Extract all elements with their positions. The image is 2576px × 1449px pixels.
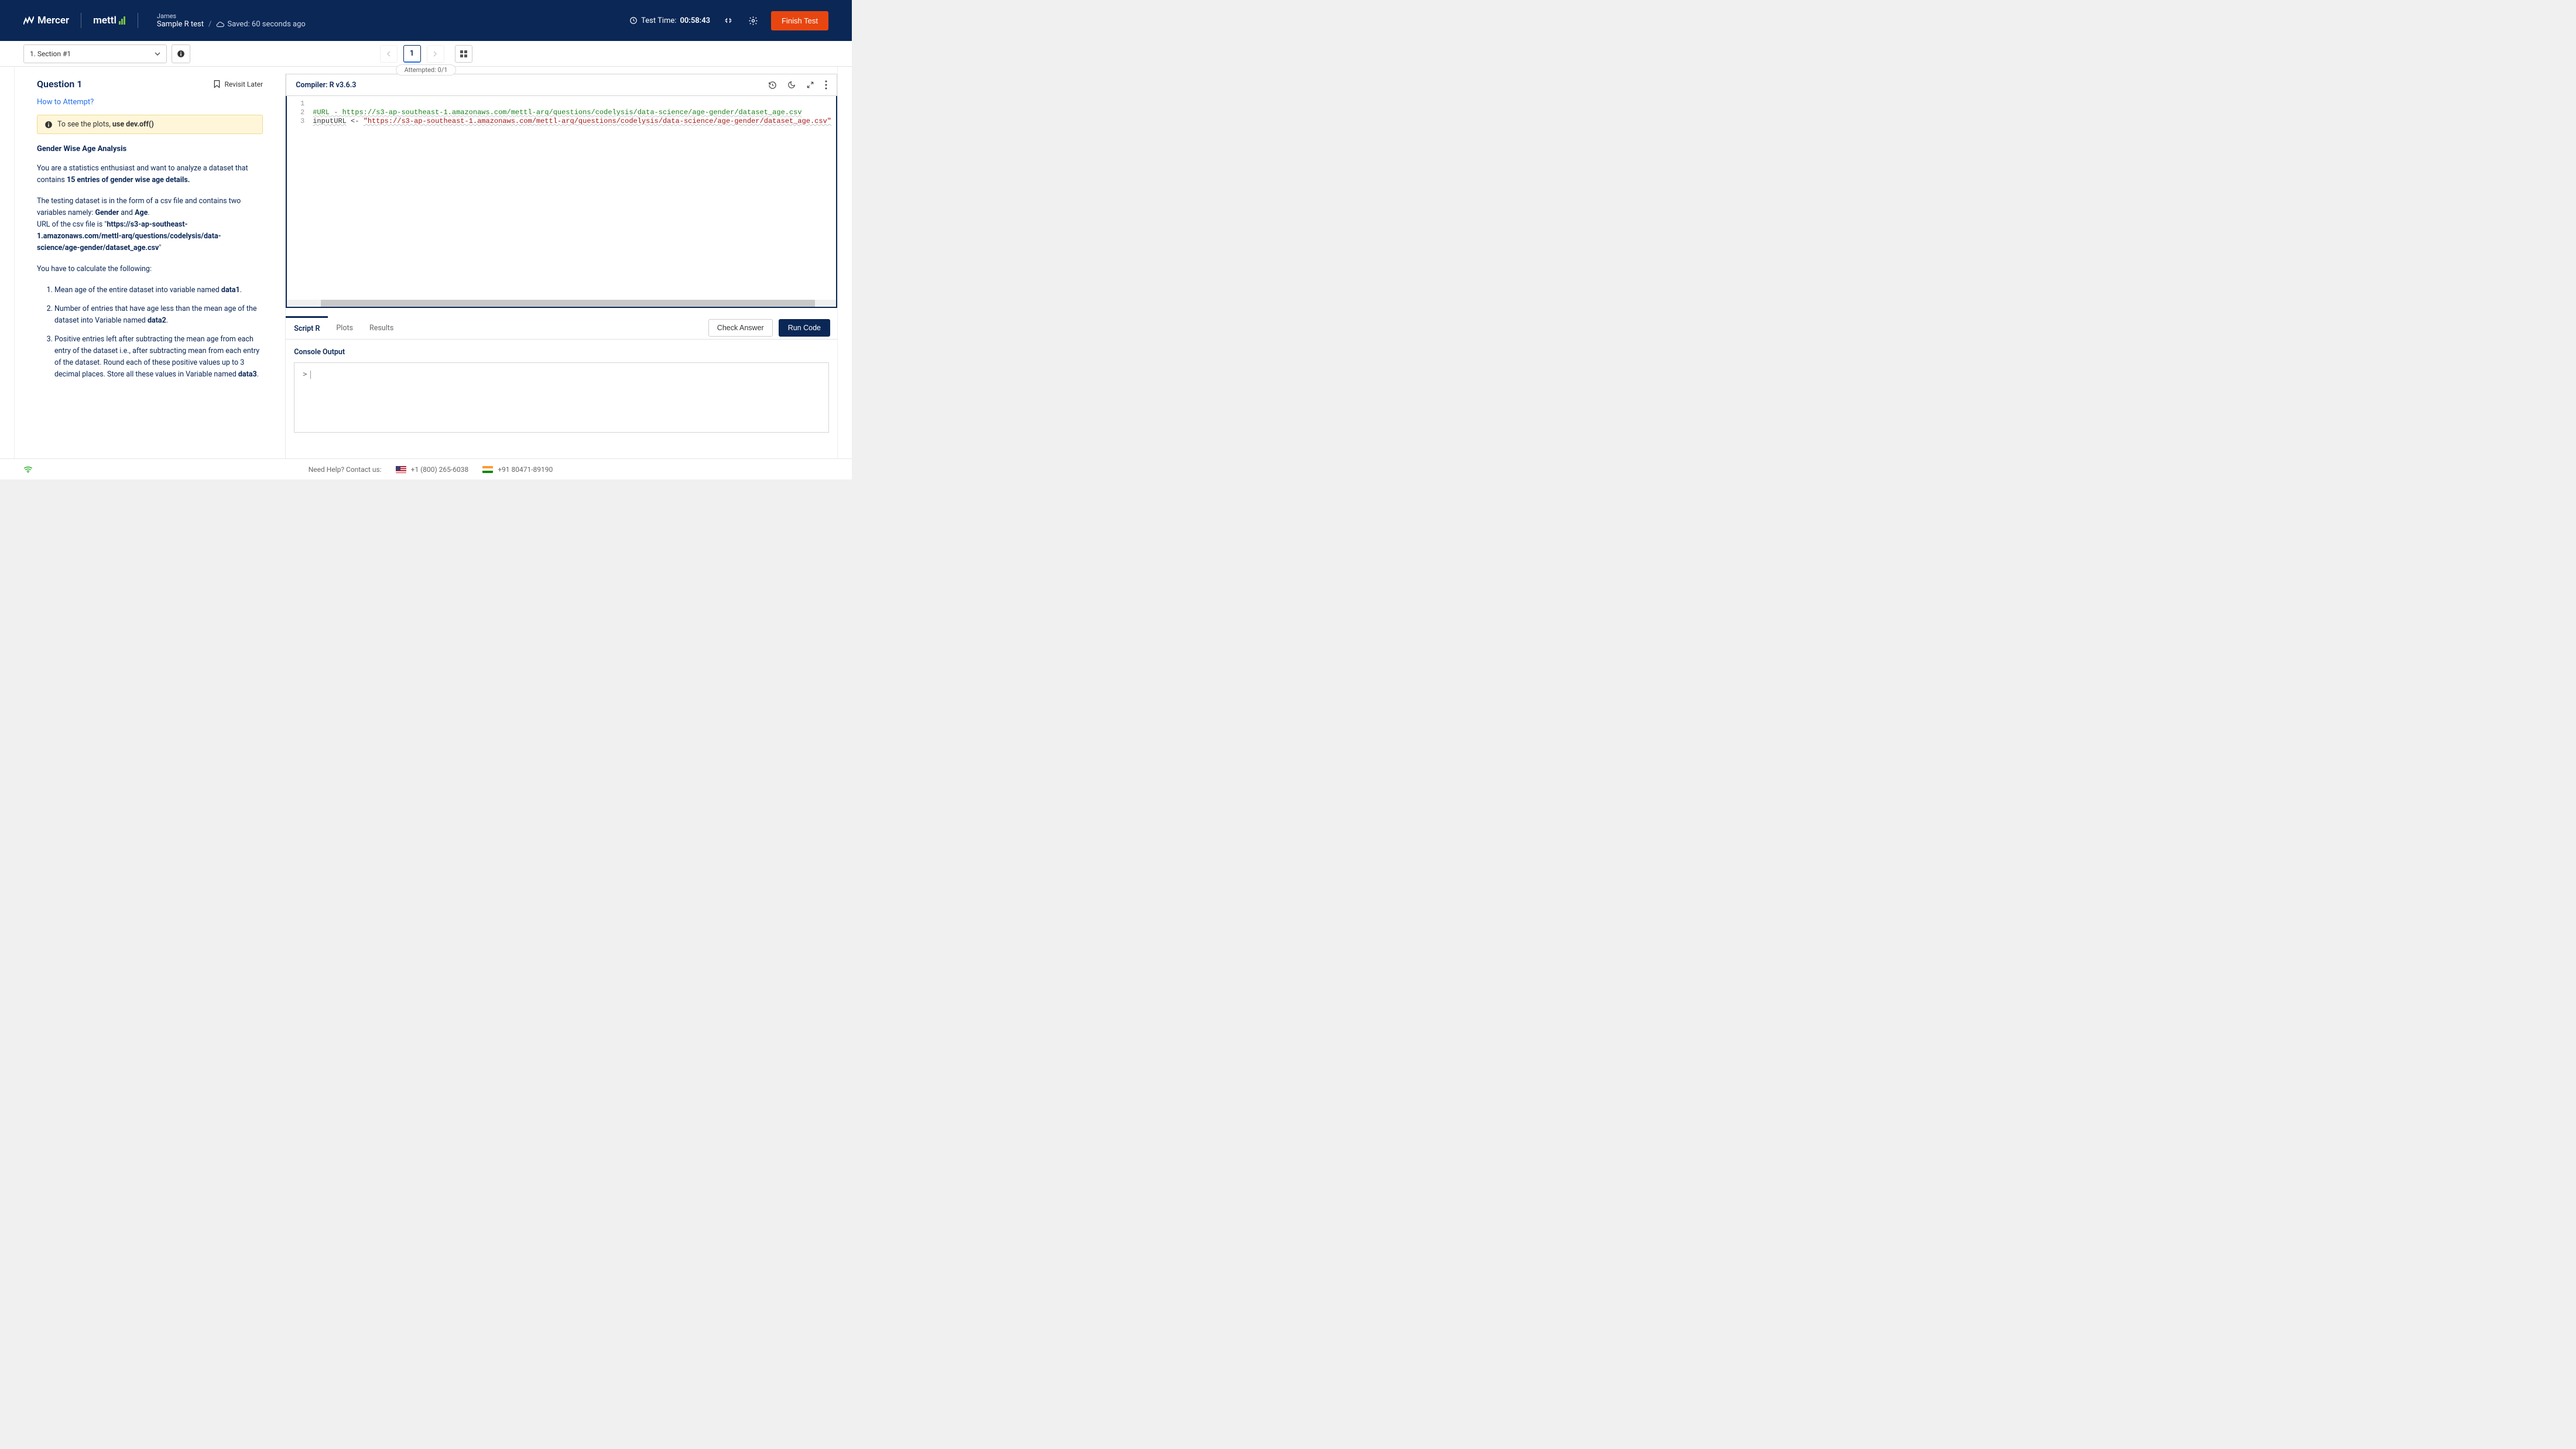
time-label: Test Time: xyxy=(641,16,676,25)
revisit-label: Revisit Later xyxy=(224,80,263,88)
section-label: 1. Section #1 xyxy=(30,50,71,58)
grid-icon xyxy=(460,50,467,57)
run-code-button[interactable]: Run Code xyxy=(779,319,830,337)
question-title: Question 1 xyxy=(37,78,82,90)
finish-test-button[interactable]: Finish Test xyxy=(771,11,828,30)
info-icon xyxy=(177,50,185,58)
console-prompt: > xyxy=(303,370,307,378)
brand-mettl: mettl xyxy=(93,15,127,26)
question-pager: 1 xyxy=(380,45,472,63)
phone-in-number: +91 80471-89190 xyxy=(498,465,553,474)
cloud-icon xyxy=(216,20,224,29)
prev-question-button[interactable] xyxy=(380,45,398,63)
compiler-label: Compiler: R v3.6.3 xyxy=(296,81,356,90)
info-button[interactable] xyxy=(172,44,190,63)
question-panel: Question 1 Revisit Later How to Attempt?… xyxy=(15,67,285,458)
brand-mercer: Mercer xyxy=(23,15,69,26)
phone-us: +1 (800) 265-6038 xyxy=(396,465,469,474)
test-info: James Sample R test / Saved: 60 seconds … xyxy=(157,12,306,29)
brand-block: Mercer mettl xyxy=(23,13,127,28)
output-panel: Script R Plots Results Check Answer Run … xyxy=(286,316,837,458)
tab-plots[interactable]: Plots xyxy=(328,316,361,340)
hint-box: To see the plots, use dev.off() xyxy=(37,115,263,134)
list-item: Mean age of the entire dataset into vari… xyxy=(54,285,263,296)
revisit-later-button[interactable]: Revisit Later xyxy=(213,80,263,88)
info-icon xyxy=(44,121,53,129)
phone-us-number: +1 (800) 265-6038 xyxy=(411,465,469,474)
saved-text: Saved: 60 seconds ago xyxy=(227,20,305,29)
user-name: James xyxy=(157,12,306,20)
mettl-logo-icon xyxy=(119,16,127,25)
minimize-icon[interactable] xyxy=(722,14,735,27)
question-heading: Gender Wise Age Analysis xyxy=(37,145,263,153)
bookmark-icon xyxy=(213,80,221,88)
flag-in-icon xyxy=(482,466,493,473)
theme-icon[interactable] xyxy=(787,81,796,89)
test-name: Sample R test xyxy=(157,20,204,29)
attempted-chip: Attempted: 0/1 xyxy=(396,64,457,76)
clock-icon xyxy=(629,16,638,25)
list-item: Number of entries that have age less tha… xyxy=(54,303,263,327)
hint-text: To see the plots, xyxy=(57,120,111,129)
cursor xyxy=(310,371,311,379)
main-content: Question 1 Revisit Later How to Attempt?… xyxy=(14,67,838,458)
question-body: You are a statistics enthusiast and want… xyxy=(37,163,263,381)
list-item: Positive entries left after subtracting … xyxy=(54,334,263,381)
more-icon[interactable] xyxy=(825,80,827,90)
gear-icon[interactable] xyxy=(746,14,759,27)
time-value: 00:58:43 xyxy=(680,16,710,25)
compiler-bar: Compiler: R v3.6.3 xyxy=(286,74,837,96)
expand-icon[interactable] xyxy=(806,81,814,89)
next-question-button[interactable] xyxy=(427,45,444,63)
test-timer: Test Time: 00:58:43 xyxy=(629,16,710,25)
check-answer-button[interactable]: Check Answer xyxy=(708,319,773,337)
help-text: Need Help? Contact us: xyxy=(309,465,382,474)
editor-scrollbar[interactable] xyxy=(287,300,836,307)
console-title: Console Output xyxy=(294,348,829,357)
how-to-attempt-link[interactable]: How to Attempt? xyxy=(37,98,94,107)
code-area[interactable]: #URL - https://s3-ap-southeast-1.amazona… xyxy=(310,96,836,300)
tab-results[interactable]: Results xyxy=(361,316,402,340)
app-header: Mercer mettl James Sample R test / Saved… xyxy=(0,0,852,41)
question-grid-button[interactable] xyxy=(455,45,472,63)
phone-in: +91 80471-89190 xyxy=(482,465,553,474)
output-tabs: Script R Plots Results Check Answer Run … xyxy=(286,316,837,340)
wifi-icon xyxy=(23,466,33,473)
hint-bold: use dev.off() xyxy=(112,120,154,129)
brand-mettl-text: mettl xyxy=(93,15,117,26)
brand-mercer-text: Mercer xyxy=(37,15,69,26)
current-question-number[interactable]: 1 xyxy=(403,45,421,63)
mercer-logo-icon xyxy=(23,16,34,25)
console-output[interactable]: > xyxy=(294,362,829,433)
flag-us-icon xyxy=(396,466,406,473)
section-dropdown[interactable]: 1. Section #1 xyxy=(23,44,167,63)
code-editor[interactable]: 123 #URL - https://s3-ap-southeast-1.ama… xyxy=(286,96,837,308)
code-panel: Compiler: R v3.6.3 123 #URL - https://s3… xyxy=(285,74,837,458)
chevron-left-icon xyxy=(386,51,390,57)
section-toolbar: 1. Section #1 1 Attempted: 0/1 xyxy=(0,41,852,67)
chevron-down-icon xyxy=(155,52,160,56)
chevron-right-icon xyxy=(433,51,437,57)
tab-script[interactable]: Script R xyxy=(286,316,328,340)
saved-status: Saved: 60 seconds ago xyxy=(216,20,305,29)
footer: Need Help? Contact us: +1 (800) 265-6038… xyxy=(0,458,852,479)
line-gutter: 123 xyxy=(287,96,310,300)
history-icon[interactable] xyxy=(768,81,777,90)
slash: / xyxy=(208,20,211,29)
